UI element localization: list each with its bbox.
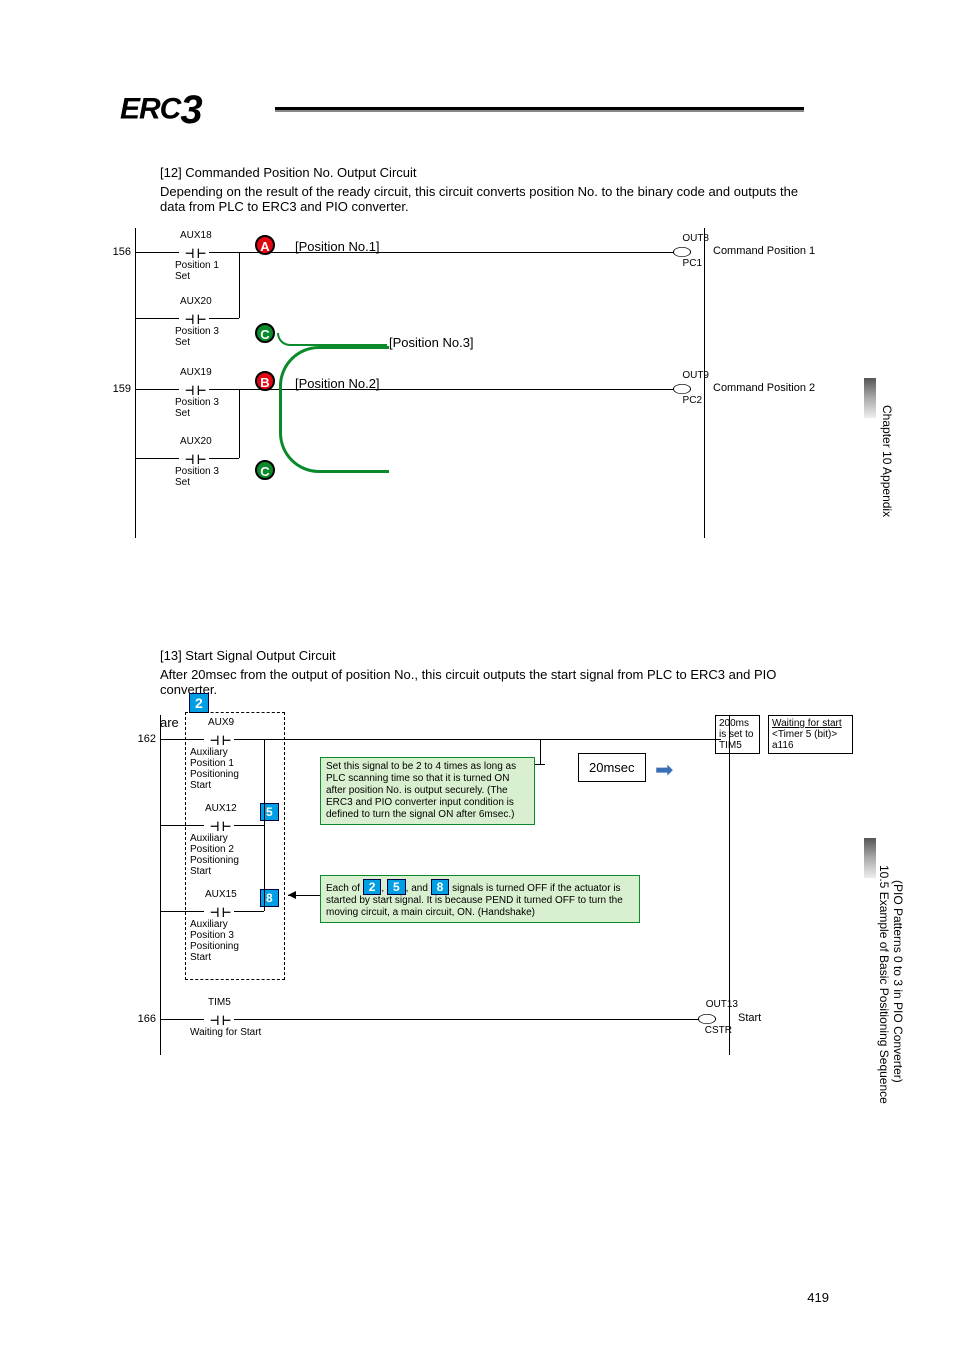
- cp2-label: Command Position 2: [713, 382, 815, 394]
- ladder-diagram-2: 2 162 ⊣ ⊢ AUX9 Auxiliary Position 1 Posi…: [135, 715, 894, 1055]
- side-chapter: Chapter 10 Appendix: [880, 405, 894, 517]
- aux-label: AUX12: [205, 803, 237, 814]
- b2: is set to: [719, 729, 753, 740]
- page: ERC3 [12] Commanded Position No. Output …: [0, 0, 954, 1350]
- and: , and: [406, 883, 431, 894]
- badge-a: A: [255, 235, 275, 255]
- section13-head: [13] Start Signal Output Circuit: [160, 648, 894, 663]
- aux-sublabel: Position 3 Set: [175, 326, 219, 348]
- b3: TIM5: [719, 740, 742, 751]
- badge-b: B: [255, 371, 275, 391]
- start-label: Start: [738, 1012, 761, 1024]
- pc-label: PC1: [683, 258, 702, 269]
- section12-head: [12] Commanded Position No. Output Circu…: [160, 165, 894, 180]
- pos1-label: [Position No.1]: [295, 239, 380, 254]
- w2: <Timer 5 (bit)>: [772, 729, 837, 740]
- box-waiting: Waiting for start <Timer 5 (bit)> a116: [768, 715, 853, 754]
- out-label: OUT13: [706, 999, 738, 1010]
- coil-out9: [673, 384, 691, 394]
- sq5i: 5: [387, 879, 406, 895]
- tim5-sublabel: Waiting for Start: [190, 1027, 261, 1038]
- side-tab-1: [864, 378, 876, 418]
- cstr-label: CSTR: [705, 1025, 732, 1036]
- section13-desc: After 20msec from the output of position…: [160, 667, 804, 697]
- sq-marker-8: 8: [260, 889, 279, 907]
- aux-label: AUX9: [208, 717, 234, 728]
- n2a: Each of: [326, 883, 363, 894]
- sq2i: 2: [363, 879, 382, 895]
- side-tab-2: [864, 838, 876, 878]
- section12-desc: Depending on the result of the ready cir…: [160, 184, 804, 214]
- badge-c2: C: [255, 460, 275, 480]
- aux-sublabel: Auxiliary Position 1 Positioning Start: [190, 747, 239, 791]
- side-section-b: (PIO Patterns 0 to 3 in PIO Converter): [891, 880, 905, 1083]
- side-section-a: 10.5 Example of Basic Positioning Sequen…: [877, 865, 891, 1104]
- badge-c1: C: [255, 323, 275, 343]
- top-rule: [275, 107, 804, 110]
- aux-sublabel: Position 3 Set: [175, 397, 219, 419]
- coil-out13: [698, 1014, 716, 1024]
- page-number: 419: [807, 1290, 829, 1305]
- rung-num: 166: [128, 1013, 156, 1025]
- rung-num: 156: [103, 246, 131, 258]
- cp1-label: Command Position 1: [713, 245, 815, 257]
- rung-num: 162: [128, 733, 156, 745]
- aux-label: AUX20: [180, 436, 212, 447]
- arrow-icon: ➡: [655, 757, 673, 783]
- logo-num: 3: [180, 88, 201, 132]
- tim5-label: TIM5: [208, 997, 231, 1008]
- sq8i: 8: [431, 879, 450, 895]
- aux-sublabel: Auxiliary Position 3 Positioning Start: [190, 919, 239, 963]
- out-label: OUT8: [682, 233, 709, 244]
- coil-out8: [673, 247, 691, 257]
- box-200ms: 200ms is set to TIM5: [715, 715, 760, 754]
- aux-sublabel: Auxiliary Position 2 Positioning Start: [190, 833, 239, 877]
- b1: 200ms: [719, 718, 749, 729]
- aux-label: AUX18: [180, 230, 212, 241]
- logo-brand: ERC: [120, 92, 180, 125]
- note-scan-time: Set this signal to be 2 to 4 times as lo…: [320, 757, 535, 825]
- w1: Waiting for start: [772, 718, 842, 729]
- ladder-diagram-1: 156 ⊣ ⊢ AUX18 Position 1 Set A [Position…: [135, 228, 705, 538]
- pos3-label: [Position No.3]: [389, 335, 474, 350]
- timer-20ms-box: 20msec: [578, 753, 646, 782]
- rung-num: 159: [103, 383, 131, 395]
- aux-label: AUX20: [180, 296, 212, 307]
- w3: a116: [772, 740, 794, 751]
- logo: ERC3: [120, 88, 202, 133]
- sq-marker-2-head: 2: [189, 693, 209, 713]
- note-handshake: Each of 2, 5, and 8 signals is turned OF…: [320, 875, 640, 923]
- out-label: OUT9: [682, 370, 709, 381]
- aux-label: AUX19: [180, 367, 212, 378]
- sq-marker-5: 5: [260, 803, 279, 821]
- aux-sublabel: Position 1 Set: [175, 260, 219, 282]
- aux-label: AUX15: [205, 889, 237, 900]
- aux-sublabel: Position 3 Set: [175, 466, 219, 488]
- pc-label: PC2: [683, 395, 702, 406]
